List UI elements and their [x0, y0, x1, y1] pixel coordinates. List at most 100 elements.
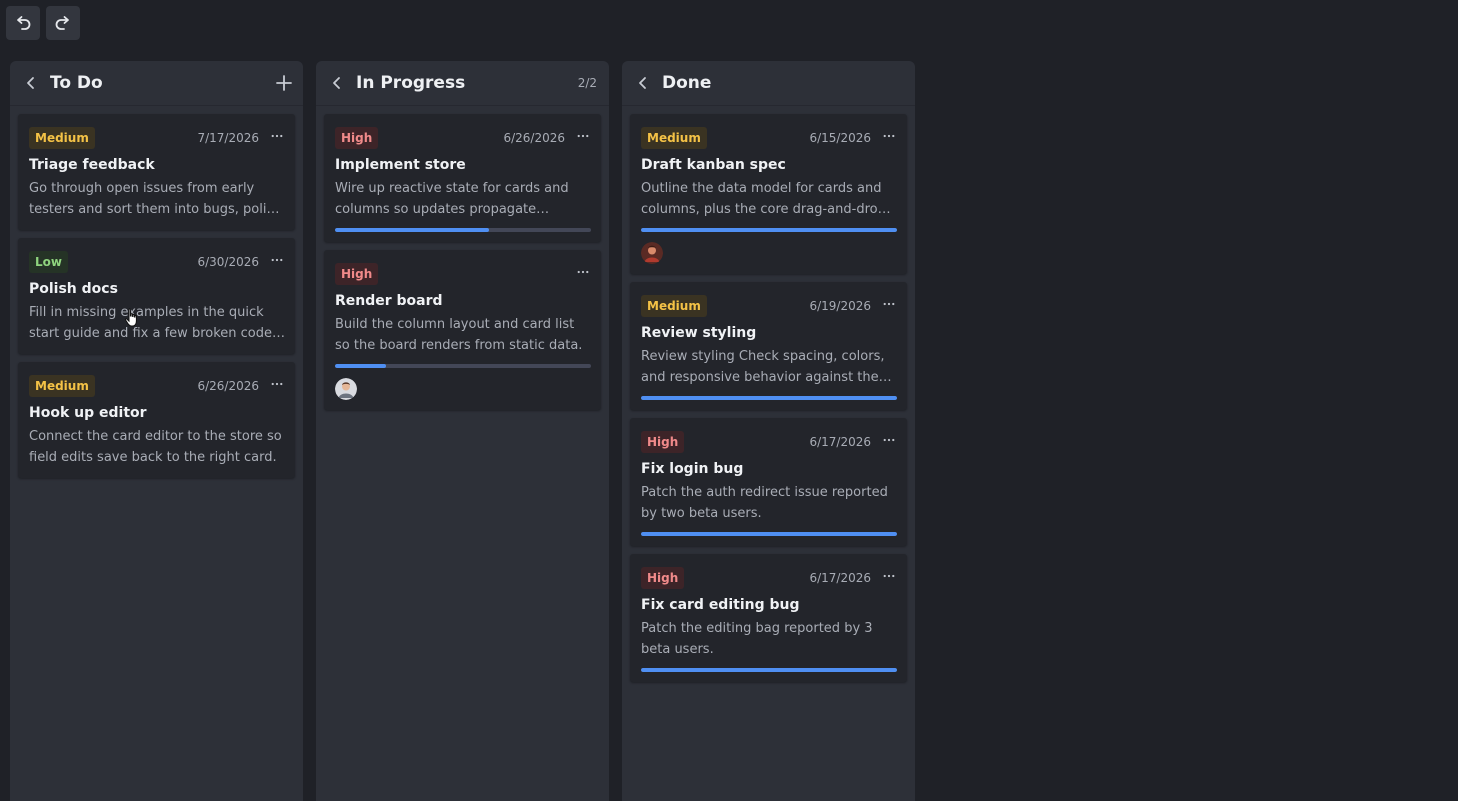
task-card[interactable]: Medium 6/26/2026 Hook up editor Connect the… — [18, 362, 295, 478]
kanban-board: To Do Medium 7/17/2026 Triage feedback Go th… — [10, 61, 915, 801]
card-description: Patch the editing bag reported by 3 beta… — [641, 621, 873, 657]
card-menu-button[interactable] — [881, 568, 897, 584]
progress-bar — [641, 668, 897, 672]
assignee-avatar[interactable] — [335, 378, 357, 400]
redo-button[interactable] — [46, 6, 80, 40]
task-card[interactable]: High 6/26/2026 Implement store Wire up reac… — [324, 114, 601, 242]
due-date: 6/19/2026 — [809, 299, 871, 313]
due-date: 6/15/2026 — [809, 131, 871, 145]
progress-bar — [641, 228, 897, 232]
due-date: 6/17/2026 — [809, 571, 871, 585]
assignee-avatar[interactable] — [641, 242, 663, 264]
progress-bar — [335, 228, 591, 232]
redo-icon — [55, 16, 69, 30]
due-date: 6/26/2026 — [197, 379, 259, 393]
card-meta-row: Medium 7/17/2026 — [29, 126, 285, 150]
add-card-button[interactable] — [273, 72, 295, 94]
task-card[interactable]: Medium 6/15/2026 Draft kanban spec Outline … — [630, 114, 907, 274]
column-title: To Do — [50, 73, 103, 93]
collapse-chevron-icon[interactable] — [330, 76, 344, 90]
column-title: Done — [662, 73, 712, 93]
card-meta-row: High 6/17/2026 — [641, 566, 897, 590]
more-horizontal-icon — [577, 134, 589, 138]
collapse-chevron-icon[interactable] — [636, 76, 650, 90]
column-done: Done Medium 6/15/2026 Draft kanban spec Outl… — [622, 61, 915, 801]
priority-badge: Medium — [641, 295, 707, 317]
card-menu-button[interactable] — [881, 296, 897, 312]
card-description: Build the column layout and card list so… — [335, 317, 583, 353]
card-title: Fix card editing bug — [641, 597, 800, 613]
progress-bar-fill — [641, 396, 897, 400]
more-horizontal-icon — [883, 302, 895, 306]
more-horizontal-icon — [271, 134, 283, 138]
card-menu-button[interactable] — [269, 376, 285, 392]
more-horizontal-icon — [271, 382, 283, 386]
card-menu-button[interactable] — [269, 252, 285, 268]
card-description: Fill in missing examples in the quick st… — [29, 305, 272, 341]
card-meta-row: Medium 6/26/2026 — [29, 374, 285, 398]
card-title: Implement store — [335, 157, 466, 173]
task-card[interactable]: High Render board Build the column layout … — [324, 250, 601, 410]
task-card[interactable]: Low 6/30/2026 Polish docs Fill in missing e… — [18, 238, 295, 354]
column-title: In Progress — [356, 73, 466, 93]
priority-badge: High — [335, 127, 379, 149]
due-date: 6/17/2026 — [809, 435, 871, 449]
task-card[interactable]: High 6/17/2026 Fix login bug Patch the auth… — [630, 418, 907, 546]
card-menu-button[interactable] — [575, 128, 591, 144]
column-to-do: To Do Medium 7/17/2026 Triage feedback Go th… — [10, 61, 303, 801]
card-menu-button[interactable] — [881, 128, 897, 144]
card-menu-button[interactable] — [575, 264, 591, 280]
history-toolbar — [6, 6, 80, 40]
due-date: 6/26/2026 — [503, 131, 565, 145]
priority-badge: High — [641, 431, 685, 453]
priority-badge: High — [335, 263, 379, 285]
task-card[interactable]: Medium 7/17/2026 Triage feedback Go through… — [18, 114, 295, 230]
undo-button[interactable] — [6, 6, 40, 40]
progress-bar-fill — [641, 228, 897, 232]
more-horizontal-icon — [883, 134, 895, 138]
card-meta-row: High — [335, 262, 591, 286]
priority-badge: Medium — [29, 375, 95, 397]
priority-badge: Medium — [641, 127, 707, 149]
undo-icon — [17, 16, 31, 30]
card-meta-row: High 6/26/2026 — [335, 126, 591, 150]
card-menu-button[interactable] — [881, 432, 897, 448]
card-meta-row: Medium 6/15/2026 — [641, 126, 897, 150]
card-meta-row: High 6/17/2026 — [641, 430, 897, 454]
card-description: Go through open issues from early tester… — [29, 181, 282, 217]
more-horizontal-icon — [271, 258, 283, 262]
card-title: Hook up editor — [29, 405, 147, 421]
card-list: Medium 7/17/2026 Triage feedback Go through… — [10, 106, 303, 478]
more-horizontal-icon — [883, 574, 895, 578]
progress-bar-fill — [335, 228, 489, 232]
card-title: Triage feedback — [29, 157, 155, 173]
priority-badge: Medium — [29, 127, 95, 149]
card-title: Review styling — [641, 325, 757, 341]
collapse-chevron-icon[interactable] — [24, 76, 38, 90]
task-card[interactable]: Medium 6/19/2026 Review styling Review styl… — [630, 282, 907, 410]
task-card[interactable]: High 6/17/2026 Fix card editing bug Patch t… — [630, 554, 907, 682]
due-date: 7/17/2026 — [197, 131, 259, 145]
priority-badge: High — [641, 567, 685, 589]
card-description: Patch the auth redirect issue reported b… — [641, 485, 888, 521]
more-horizontal-icon — [577, 270, 589, 274]
card-description: Wire up reactive state for cards and col… — [335, 181, 569, 217]
plus-icon — [276, 75, 292, 91]
more-horizontal-icon — [883, 438, 895, 442]
column-in-progress: In Progress 2/2 High 6/26/2026 Implement sto… — [316, 61, 609, 801]
card-title: Render board — [335, 293, 443, 309]
due-date: 6/30/2026 — [197, 255, 259, 269]
card-list: Medium 6/15/2026 Draft kanban spec Outline … — [622, 106, 915, 682]
column-header: Done — [622, 61, 915, 106]
card-list: High 6/26/2026 Implement store Wire up reac… — [316, 106, 609, 410]
card-menu-button[interactable] — [269, 128, 285, 144]
card-title: Draft kanban spec — [641, 157, 786, 173]
progress-bar — [335, 364, 591, 368]
card-title: Polish docs — [29, 281, 118, 297]
card-meta-row: Medium 6/19/2026 — [641, 294, 897, 318]
progress-bar-fill — [335, 364, 387, 368]
progress-bar-fill — [641, 668, 897, 672]
card-description: Outline the data model for cards and col… — [641, 181, 886, 217]
column-header: To Do — [10, 61, 303, 106]
card-description: Connect the card editor to the store so … — [29, 429, 282, 465]
